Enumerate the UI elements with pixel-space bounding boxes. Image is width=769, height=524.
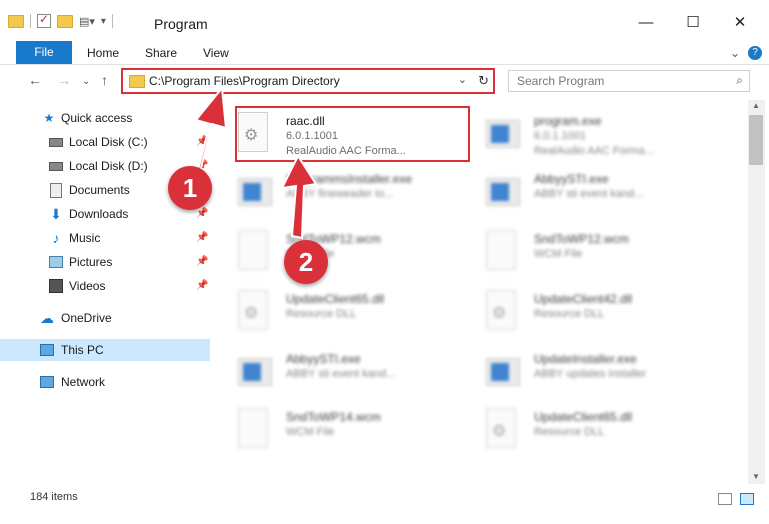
arrow-2 [280, 153, 318, 240]
callout-1: 1 [168, 166, 212, 210]
status-bar [0, 484, 769, 524]
details-view-icon[interactable] [718, 493, 732, 505]
item-count: 184 items [30, 491, 78, 503]
annotation-arrows [194, 85, 318, 240]
large-icons-view-icon[interactable] [740, 493, 754, 505]
callout-2: 2 [284, 240, 328, 284]
arrow-1 [194, 85, 228, 174]
